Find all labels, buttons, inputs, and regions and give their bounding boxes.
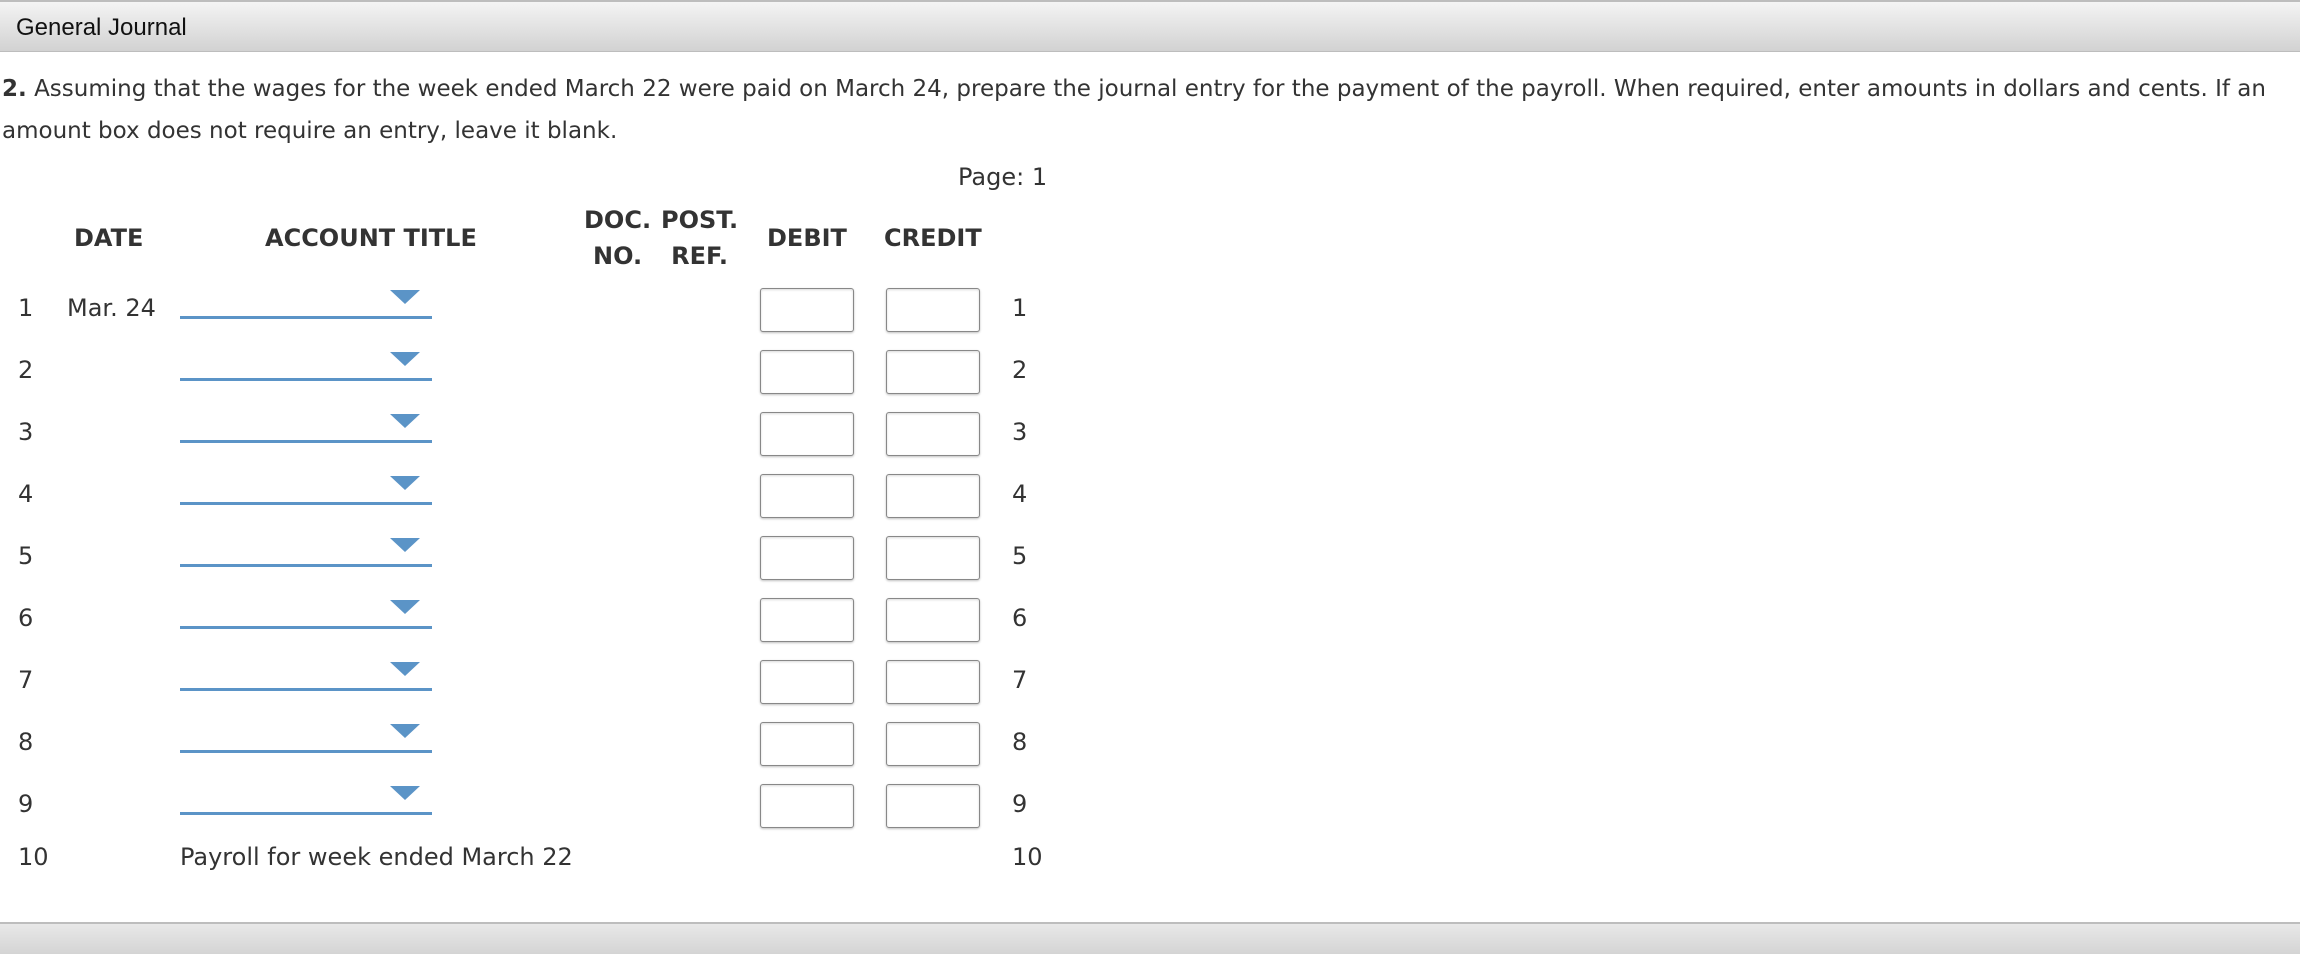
credit-input[interactable] <box>886 350 980 394</box>
line-number-right: 7 <box>1012 666 1028 694</box>
debit-input[interactable] <box>760 598 854 642</box>
header-bar: General Journal <box>0 0 2300 52</box>
triangle-down-icon[interactable] <box>390 662 420 676</box>
line-number-left: 3 <box>18 418 34 446</box>
account-title-dropdown[interactable] <box>180 414 432 443</box>
triangle-down-icon[interactable] <box>390 476 420 490</box>
post-ref-line2: REF. <box>671 242 728 270</box>
line-number-left: 5 <box>18 542 34 570</box>
line-number-left: 2 <box>18 356 34 384</box>
triangle-down-icon[interactable] <box>390 290 420 304</box>
triangle-down-icon[interactable] <box>390 538 420 552</box>
line-number-left: 9 <box>18 790 34 818</box>
column-header-account-title: ACCOUNT TITLE <box>265 224 477 252</box>
triangle-down-icon[interactable] <box>390 600 420 614</box>
line-number-right: 5 <box>1012 542 1028 570</box>
page-label: Page: 1 <box>958 163 1048 191</box>
line-number-left: 10 <box>18 843 49 871</box>
credit-input[interactable] <box>886 598 980 642</box>
triangle-down-icon[interactable] <box>390 786 420 800</box>
credit-input[interactable] <box>886 412 980 456</box>
instructions: 2. Assuming that the wages for the week … <box>2 68 2282 152</box>
account-title-dropdown[interactable] <box>180 600 432 629</box>
credit-input[interactable] <box>886 660 980 704</box>
line-number-left: 6 <box>18 604 34 632</box>
account-title-dropdown[interactable] <box>180 538 432 567</box>
debit-input[interactable] <box>760 784 854 828</box>
credit-input[interactable] <box>886 474 980 518</box>
triangle-down-icon[interactable] <box>390 352 420 366</box>
line-number-right: 8 <box>1012 728 1028 756</box>
line-number-right: 10 <box>1012 843 1043 871</box>
debit-input[interactable] <box>760 536 854 580</box>
line-number-right: 3 <box>1012 418 1028 446</box>
debit-input[interactable] <box>760 350 854 394</box>
credit-input[interactable] <box>886 722 980 766</box>
column-header-debit: DEBIT <box>767 224 847 252</box>
header-title: General Journal <box>16 14 187 41</box>
credit-input[interactable] <box>886 288 980 332</box>
line-number-right: 2 <box>1012 356 1028 384</box>
column-header-date: DATE <box>74 224 144 252</box>
account-title-dropdown[interactable] <box>180 662 432 691</box>
column-header-credit: CREDIT <box>884 224 982 252</box>
column-header-post-ref: POST. REF. <box>661 202 738 274</box>
triangle-down-icon[interactable] <box>390 414 420 428</box>
line-number-right: 6 <box>1012 604 1028 632</box>
account-title-dropdown[interactable] <box>180 352 432 381</box>
triangle-down-icon[interactable] <box>390 724 420 738</box>
account-title-dropdown[interactable] <box>180 786 432 815</box>
debit-input[interactable] <box>760 412 854 456</box>
line-number-left: 1 <box>18 294 34 322</box>
question-text: Assuming that the wages for the week end… <box>2 76 2266 144</box>
account-title-dropdown[interactable] <box>180 724 432 753</box>
line-number-right: 4 <box>1012 480 1028 508</box>
line-number-left: 8 <box>18 728 34 756</box>
credit-input[interactable] <box>886 784 980 828</box>
entry-date: Mar. 24 <box>67 294 156 322</box>
line-number-right: 9 <box>1012 790 1028 818</box>
footer-bar <box>0 922 2300 954</box>
line-number-left: 4 <box>18 480 34 508</box>
line-number-right: 1 <box>1012 294 1028 322</box>
account-title-dropdown[interactable] <box>180 476 432 505</box>
debit-input[interactable] <box>760 722 854 766</box>
line-number-left: 7 <box>18 666 34 694</box>
debit-input[interactable] <box>760 660 854 704</box>
debit-input[interactable] <box>760 474 854 518</box>
question-number: 2. <box>2 76 27 102</box>
debit-input[interactable] <box>760 288 854 332</box>
column-header-doc-no: DOC. NO. <box>584 202 651 274</box>
explanation-text: Payroll for week ended March 22 <box>180 843 573 871</box>
post-ref-line1: POST. <box>661 206 739 234</box>
account-title-dropdown[interactable] <box>180 290 432 319</box>
credit-input[interactable] <box>886 536 980 580</box>
doc-no-line1: DOC. <box>584 206 652 234</box>
doc-no-line2: NO. <box>592 242 643 270</box>
